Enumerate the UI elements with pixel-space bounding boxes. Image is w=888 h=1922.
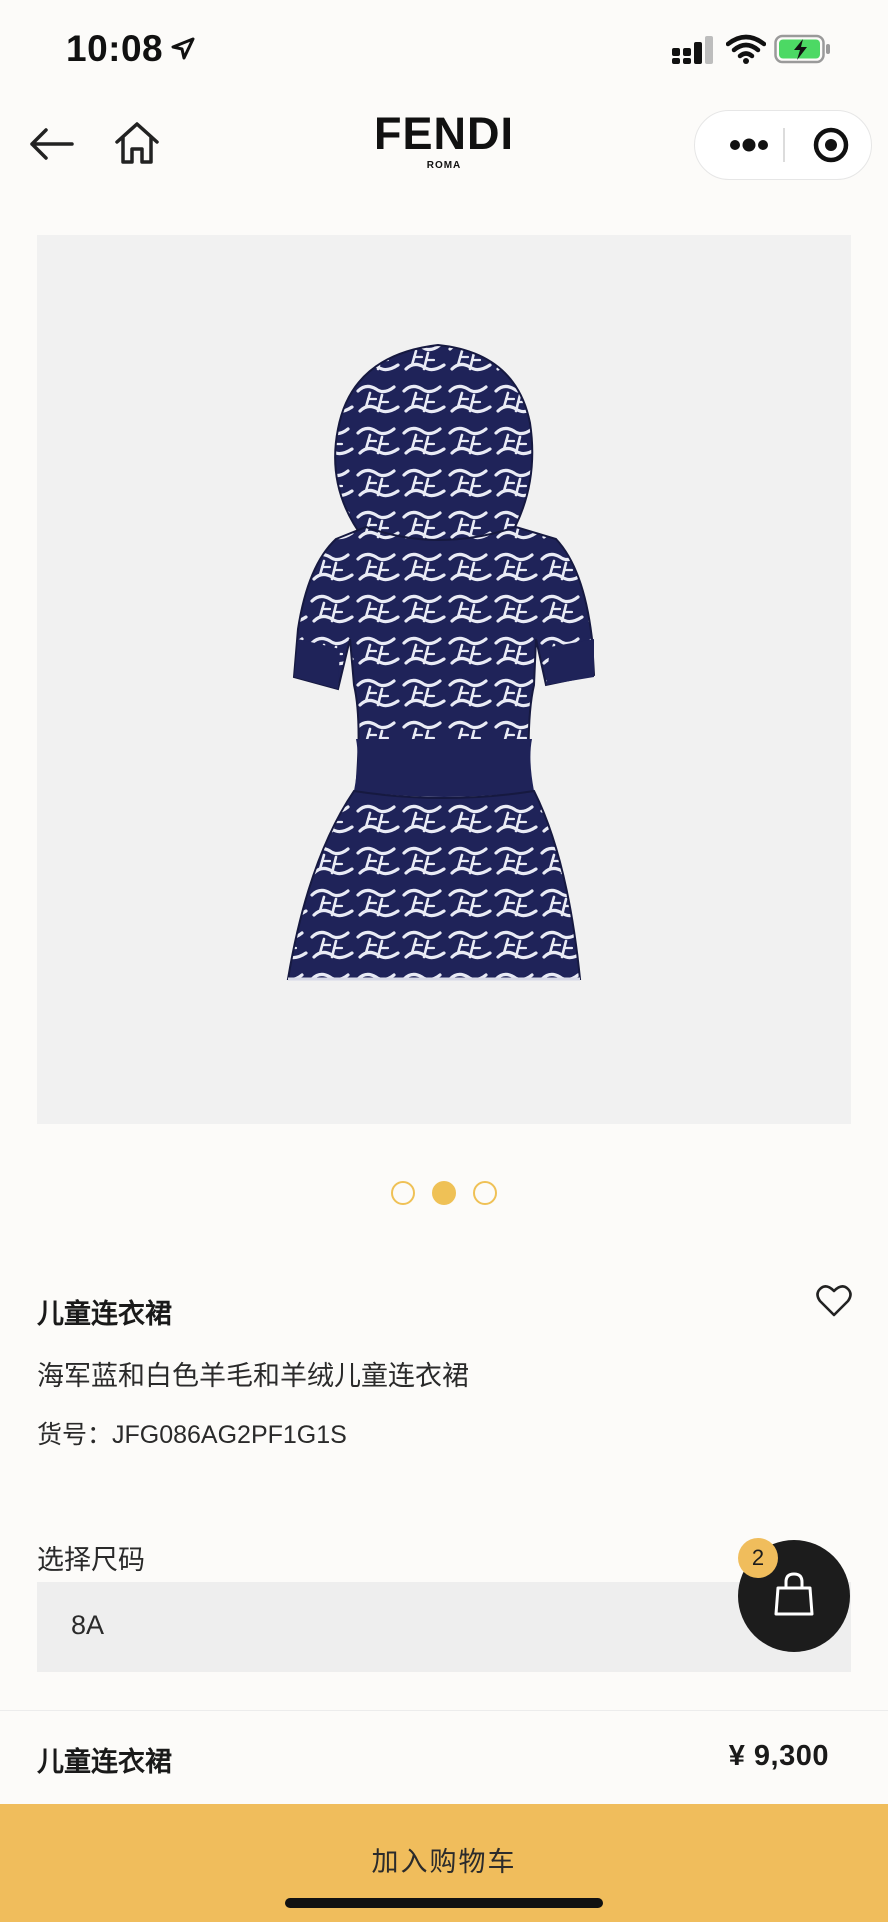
carousel-dot-2[interactable] (432, 1181, 456, 1205)
carousel-dot-1[interactable] (391, 1181, 415, 1205)
battery-charging-icon (774, 34, 830, 64)
back-arrow-icon[interactable] (26, 122, 76, 166)
status-time: 10:08 (66, 28, 164, 69)
product-description: 海军蓝和白色羊毛和羊绒儿童连衣裙 (37, 1361, 469, 1391)
nav-bar: FENDI ROMA (0, 100, 888, 210)
more-dots-icon[interactable] (717, 111, 781, 178)
miniprogram-capsule (694, 110, 872, 180)
carousel-dots (391, 1181, 497, 1205)
summary-product-name: 儿童连衣裙 (37, 1747, 172, 1777)
product-image[interactable] (37, 235, 851, 1124)
home-icon[interactable] (112, 118, 162, 168)
location-arrow-icon (171, 37, 195, 60)
dress-image (286, 343, 596, 981)
summary-price: ¥ 9,300 (728, 1740, 829, 1772)
summary-divider (0, 1710, 888, 1711)
size-label: 选择尺码 (37, 1545, 145, 1575)
size-select[interactable]: 8A (37, 1582, 851, 1672)
size-selected-value: 8A (71, 1610, 105, 1640)
heart-icon[interactable] (816, 1284, 852, 1318)
carousel-dot-3[interactable] (473, 1181, 497, 1205)
status-bar: 10:08 (0, 0, 888, 100)
shopping-bag-icon (774, 1572, 814, 1616)
product-name: 儿童连衣裙 (37, 1299, 172, 1329)
add-to-cart-label: 加入购物车 (371, 1847, 517, 1877)
capsule-divider (783, 128, 785, 162)
brand-subtitle: ROMA (426, 160, 462, 171)
product-sku: 货号：JFG086AG2PF1G1S (37, 1421, 347, 1449)
cellular-signal-icon (672, 36, 713, 64)
cart-count-badge: 2 (738, 1538, 778, 1578)
close-target-icon[interactable] (799, 111, 863, 178)
brand-logo: FENDI ROMA (344, 108, 544, 172)
brand-name: FENDI (374, 108, 514, 159)
wifi-icon (726, 34, 766, 64)
home-indicator[interactable] (285, 1898, 603, 1908)
